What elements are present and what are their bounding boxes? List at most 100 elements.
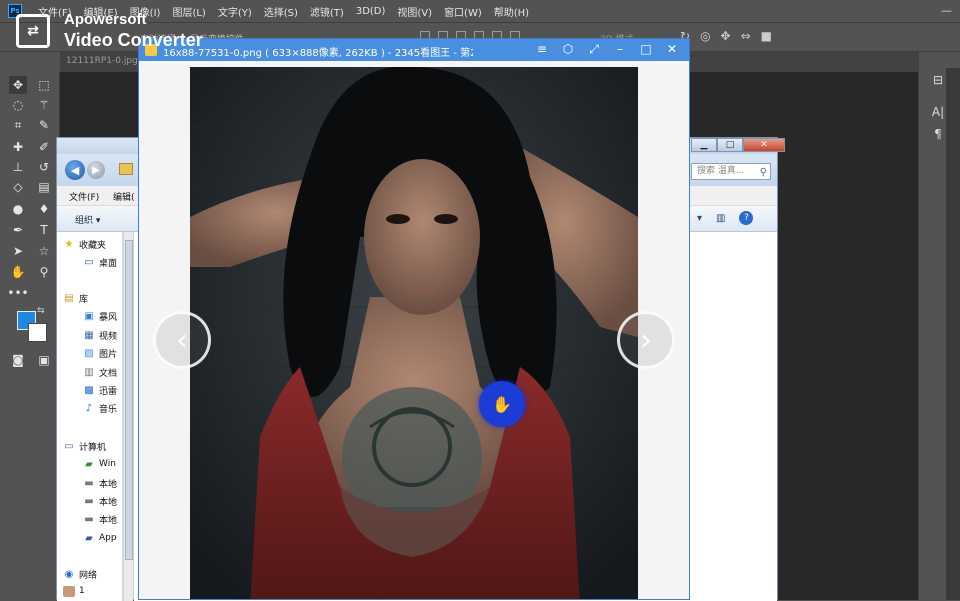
gradient-icon[interactable]: ▤ (35, 178, 53, 196)
scrollbar-thumb[interactable] (125, 240, 133, 560)
paragraph-icon[interactable]: ¶ (929, 126, 947, 142)
nav-item-thumbnail[interactable]: 1 (63, 583, 85, 599)
stamp-icon[interactable]: ⊥ (9, 158, 27, 176)
3d-roll-icon[interactable]: ◎ (700, 29, 710, 43)
watermark-line1: Apowersoft (64, 11, 147, 28)
type-icon[interactable]: T (35, 221, 53, 239)
explorer-menu-file[interactable]: 文件(F) (69, 190, 99, 203)
character-icon[interactable]: A| (929, 104, 947, 120)
3d-slide-icon[interactable]: ⇔ (741, 29, 751, 43)
maximize-icon[interactable]: □ (639, 42, 653, 56)
nav-item-videos[interactable]: ▦ 视频 (83, 327, 117, 343)
displayed-photo[interactable] (190, 67, 638, 599)
explorer-navigation-pane: ★ 收藏夹 ▭ 桌面 ▤ 库 ▣ 暴风 ▦ 视频 ▨ 图片 ▥ 文档 ▩ 迅雷 ♪ 音乐 ▭ 计算机… (57, 232, 123, 601)
history-brush-icon[interactable]: ↺ (35, 158, 53, 176)
image-viewer-window: 16x88-77531-0.png ( 633×888像素, 262KB ) -… (138, 38, 690, 600)
search-icon[interactable]: ⚲ (760, 165, 767, 180)
explorer-window-buttons: ▁ □ ✕ (691, 138, 785, 152)
hand-icon[interactable]: ✋ (9, 263, 27, 281)
swap-colors-icon[interactable]: ⇆ (37, 306, 45, 316)
previous-image-button[interactable]: ‹ (153, 311, 211, 369)
documents-icon: ▥ (84, 366, 94, 378)
search-placeholder: 搜索 温真... (697, 166, 745, 176)
nav-item-network[interactable]: ◉ 网络 (63, 566, 97, 582)
pictures-icon: ▨ (84, 347, 94, 359)
forward-arrow-icon[interactable]: ▶ (87, 161, 105, 179)
fullscreen-icon[interactable]: ⤢ (587, 42, 601, 56)
brush-icon[interactable]: ✐ (35, 138, 53, 156)
next-image-button[interactable]: › (617, 311, 675, 369)
magic-wand-icon[interactable]: ⚚ (35, 96, 53, 114)
help-icon[interactable]: ? (739, 211, 754, 225)
music-icon: ♪ (85, 402, 93, 414)
quick-mask-icon[interactable]: ◙ (9, 351, 27, 369)
nav-item-local-disk-1[interactable]: ▬ 本地 (83, 475, 117, 491)
nav-item-pictures[interactable]: ▨ 图片 (83, 345, 117, 361)
computer-icon: ▭ (64, 440, 74, 452)
nav-item-desktop[interactable]: ▭ 桌面 (83, 254, 117, 270)
document-tab[interactable]: 12111RP1-0.jpg (66, 56, 138, 66)
nav-pane-scrollbar[interactable] (123, 232, 133, 601)
move-icon[interactable]: ✥ (9, 76, 27, 94)
eyedropper-icon[interactable]: ✎ (35, 116, 53, 134)
nav-item-xunlei[interactable]: ▩ 迅雷 (83, 382, 117, 398)
3d-scale-icon[interactable]: ■ (761, 29, 772, 43)
3d-pan-icon[interactable]: ✥ (721, 29, 731, 43)
xunlei-icon: ▩ (84, 384, 94, 396)
blur-icon[interactable]: ● (9, 200, 27, 218)
marquee-icon[interactable]: ⬚ (35, 76, 53, 94)
nav-item-baofeng[interactable]: ▣ 暴风 (83, 308, 117, 324)
background-color-swatch[interactable] (28, 323, 47, 342)
avatar (63, 585, 75, 597)
nav-item-windows-drive[interactable]: ▰ Win (83, 456, 116, 472)
shape-icon[interactable]: ☆ (35, 242, 53, 260)
close-icon[interactable]: ✕ (665, 42, 679, 56)
nav-item-favorites[interactable]: ★ 收藏夹 (63, 236, 107, 252)
menu-icon[interactable]: ≡ (535, 42, 549, 56)
history-icon[interactable]: ⊟ (929, 72, 947, 88)
path-selection-icon[interactable]: ➤ (9, 242, 27, 260)
video-icon: ▦ (84, 329, 94, 341)
nav-item-computer[interactable]: ▭ 计算机 (63, 438, 106, 454)
nav-item-music[interactable]: ♪ 音乐 (83, 400, 117, 416)
nav-item-libraries[interactable]: ▤ 库 (63, 290, 88, 306)
explorer-toolbar-right: ▾ ▥ ? (697, 211, 754, 225)
nav-item-local-disk-3[interactable]: ▬ 本地 (83, 511, 117, 527)
view-options-icon[interactable]: ▾ (697, 213, 702, 224)
3d-tools-group: ↻ ◎ ✥ ⇔ ■ (680, 29, 772, 43)
window-minimize-icon[interactable]: — (941, 4, 952, 17)
back-arrow-icon[interactable]: ◀ (65, 160, 85, 180)
nav-item-local-disk-2[interactable]: ▬ 本地 (83, 493, 117, 509)
nav-item-documents[interactable]: ▥ 文档 (83, 364, 117, 380)
viewer-stage (139, 61, 689, 599)
menu-window[interactable]: 窗口(W) (444, 4, 482, 19)
menu-help[interactable]: 帮助(H) (494, 4, 529, 19)
explorer-menu-edit[interactable]: 编辑( (113, 190, 135, 203)
folder-icon (119, 163, 133, 175)
menu-filter[interactable]: 滤镜(T) (310, 4, 344, 19)
crop-icon[interactable]: ⌗ (9, 116, 27, 134)
eraser-icon[interactable]: ◇ (9, 178, 27, 196)
pen-icon[interactable]: ✒ (9, 221, 27, 239)
healing-brush-icon[interactable]: ✚ (9, 138, 27, 156)
dodge-icon[interactable]: ♦ (35, 200, 53, 218)
maximize-icon[interactable]: □ (717, 138, 743, 152)
screen-mode-icon[interactable]: ▣ (35, 351, 53, 369)
nav-item-app[interactable]: ▰ App (83, 530, 116, 546)
star-icon: ★ (64, 238, 74, 250)
windows-drive-icon: ▰ (85, 458, 93, 470)
minimize-icon[interactable]: ▁ (691, 138, 717, 152)
search-input[interactable]: 搜索 温真... ⚲ (691, 163, 771, 180)
menu-select[interactable]: 选择(S) (264, 4, 298, 19)
close-icon[interactable]: ✕ (743, 138, 785, 152)
library-icon: ▤ (64, 292, 74, 304)
lasso-icon[interactable]: ◌ (9, 96, 27, 114)
more-tools-icon[interactable]: ••• (7, 284, 28, 302)
zoom-icon[interactable]: ⚲ (35, 263, 53, 281)
menu-view[interactable]: 视图(V) (397, 4, 432, 19)
organize-button[interactable]: 组织 ▾ (75, 213, 100, 226)
minimize-icon[interactable]: – (613, 42, 627, 56)
preview-pane-icon[interactable]: ▥ (716, 213, 725, 224)
menu-3d[interactable]: 3D(D) (356, 6, 386, 17)
skin-icon[interactable]: ⬡ (561, 42, 575, 56)
